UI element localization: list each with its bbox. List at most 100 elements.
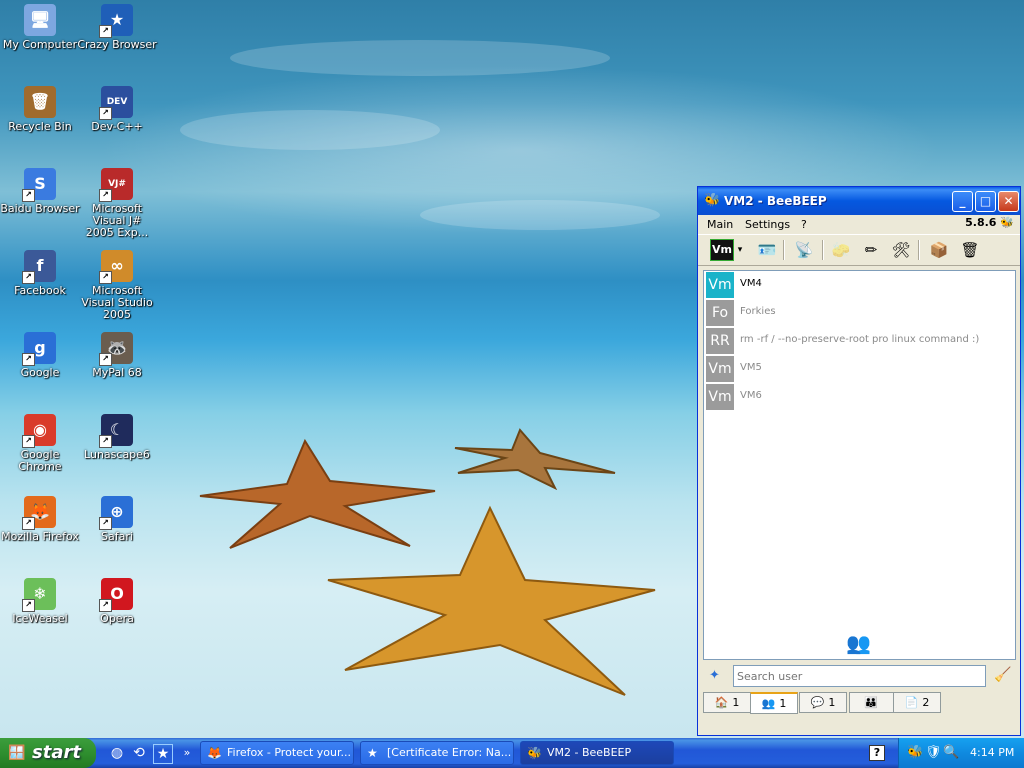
shortcut-arrow-icon: ↗ <box>22 353 35 366</box>
clear-search-icon[interactable]: 🧹 <box>994 667 1011 683</box>
status-badge[interactable]: Vm <box>710 239 734 261</box>
close-button[interactable]: ✕ <box>998 191 1019 212</box>
toolbar-separator <box>822 240 824 260</box>
tab-users[interactable]: 👥 1 <box>750 692 798 714</box>
desktop-icon[interactable]: VJ# ↗ Microsoft Visual J# 2005 Exp... <box>77 166 157 239</box>
user-avatar: RR <box>706 328 734 354</box>
window-title: VM2 - BeeBEEP <box>724 194 827 208</box>
desktop-icon[interactable]: ∞ ↗ Microsoft Visual Studio 2005 <box>77 248 157 321</box>
safari-icon: ⊕ ↗ <box>99 496 133 530</box>
start-button[interactable]: 🪟 start <box>0 738 96 768</box>
google-icon: g ↗ <box>22 332 56 366</box>
my-computer-icon: 🖥 <box>24 4 56 36</box>
desktop-icon[interactable]: ❄ ↗ IceWeasel <box>0 576 80 625</box>
share-icon[interactable]: 📦 <box>927 238 951 262</box>
desktop-icon-label: IceWeasel <box>12 612 68 625</box>
menu-main[interactable]: Main <box>707 218 733 231</box>
taskbar-button[interactable]: ★ [Certificate Error: Na... <box>360 741 514 765</box>
toolbar-separator <box>918 240 920 260</box>
water-ripple <box>230 40 610 76</box>
user-avatar: Vm <box>706 384 734 410</box>
search-icon: ✦ <box>709 668 720 683</box>
user-list-item[interactable]: RR rm -rf / --no-preserve-root pro linux … <box>704 327 1015 355</box>
user-name: rm -rf / --no-preserve-root pro linux co… <box>740 334 980 345</box>
desktop-icon[interactable]: ⊕ ↗ Safari <box>77 494 157 543</box>
search-user-input[interactable] <box>733 665 986 687</box>
desktop-icon[interactable]: S ↗ Baidu Browser <box>0 166 80 215</box>
search-tray-icon[interactable]: 🔍 <box>943 745 959 760</box>
network-icon[interactable]: 📡 <box>792 238 816 262</box>
minimize-button[interactable]: _ <box>952 191 973 212</box>
shortcut-arrow-icon: ↗ <box>99 353 112 366</box>
search-bar: ✦ 🧹 <box>703 663 1016 689</box>
beebeep-window: 🐝 VM2 - BeeBEEP _ □ ✕ Main Settings ? 5.… <box>697 186 1021 736</box>
water-ripple <box>420 200 660 230</box>
desktop-icon[interactable]: 🦝 ↗ MyPal 68 <box>77 330 157 379</box>
windows-flag-icon: 🪟 <box>8 745 26 761</box>
shortcut-arrow-icon: ↗ <box>99 107 112 120</box>
menu-help[interactable]: ? <box>801 218 807 231</box>
shield-tray-icon[interactable]: 🛡 <box>925 745 942 760</box>
desktop-icon[interactable]: 🖥 My Computer <box>0 2 80 51</box>
desktop-icon-label: Baidu Browser <box>0 202 80 215</box>
taskbar-button[interactable]: 🐝 VM2 - BeeBEEP <box>520 741 674 765</box>
tab-groups[interactable]: 👪 <box>849 692 897 713</box>
desktop-icon[interactable]: 🗑 Recycle Bin <box>0 84 80 133</box>
desktop-icon[interactable]: ★ ↗ Crazy Browser <box>77 2 157 51</box>
user-list-item[interactable]: Vm VM6 <box>704 383 1015 411</box>
desktop-icon-label: Lunascape6 <box>84 448 150 461</box>
system-tray: 🐝 🛡 🔍 4:14 PM <box>898 738 1024 768</box>
tools-icon[interactable]: 🛠 <box>889 238 913 262</box>
desktop-icon[interactable]: DEV ↗ Dev-C++ <box>77 84 157 133</box>
desktop-icon-label: Microsoft Visual J# 2005 Exp... <box>85 202 149 239</box>
user-list-item[interactable]: Fo Forkies <box>704 299 1015 327</box>
pencil-icon[interactable]: ✏ <box>859 238 883 262</box>
desktop-icon[interactable]: f ↗ Facebook <box>0 248 80 297</box>
shortcut-arrow-icon: ↗ <box>22 517 35 530</box>
group-users-icon: 👥 <box>846 631 871 655</box>
facebook-icon: f ↗ <box>22 250 56 284</box>
shortcut-arrow-icon: ↗ <box>22 599 35 612</box>
desktop-icon[interactable]: g ↗ Google <box>0 330 80 379</box>
quicklaunch-expand-icon[interactable]: » <box>178 744 196 762</box>
shortcut-arrow-icon: ↗ <box>99 189 112 202</box>
menu-settings[interactable]: Settings <box>745 218 790 231</box>
quicklaunch-network-icon[interactable]: ◍ <box>108 744 126 762</box>
toolbar-separator <box>783 240 785 260</box>
tab-chat[interactable]: 💬 1 <box>799 692 847 713</box>
user-avatar: Vm <box>706 272 734 298</box>
help-icon[interactable]: ? <box>869 745 885 761</box>
desktop-icon[interactable]: O ↗ Opera <box>77 576 157 625</box>
desktop-icon[interactable]: ◉ ↗ Google Chrome <box>0 412 80 473</box>
user-avatar: Fo <box>706 300 734 326</box>
user-list-item[interactable]: Vm VM5 <box>704 355 1015 383</box>
maximize-button[interactable]: □ <box>975 191 996 212</box>
tab-file[interactable]: 📄 2 <box>893 692 941 713</box>
crazy-browser-task-icon: ★ <box>367 746 378 760</box>
desktop-icon-label: My Computer <box>2 38 78 51</box>
trash-icon[interactable]: 🗑 <box>958 238 982 262</box>
shortcut-arrow-icon: ↗ <box>22 435 35 448</box>
desktop-icon[interactable]: 🦊 ↗ Mozilla Firefox <box>0 494 80 543</box>
quicklaunch-crazy-browser-icon[interactable]: ★ <box>153 744 173 764</box>
desktop-icon[interactable]: ☾ ↗ Lunascape6 <box>77 412 157 461</box>
user-list: Vm VM4 Fo Forkies RR rm -rf / --no-preserve-r… <box>703 270 1016 660</box>
user-list-item[interactable]: Vm VM4 <box>704 271 1015 299</box>
bottom-tabs: 🏠 1 👥 1 💬 1 👪 📄 2 <box>703 692 1018 714</box>
opera-icon: O ↗ <box>99 578 133 612</box>
quicklaunch-baidu-icon[interactable]: ⟲ <box>130 744 148 762</box>
tab-home[interactable]: 🏠 1 <box>703 692 751 713</box>
clock: 4:14 PM <box>970 746 1015 759</box>
starfish-image <box>454 428 616 490</box>
desktop-icon-label: Opera <box>100 612 134 625</box>
title-bar[interactable]: 🐝 VM2 - BeeBEEP _ □ ✕ <box>698 187 1020 215</box>
shortcut-arrow-icon: ↗ <box>99 517 112 530</box>
chrome-icon: ◉ ↗ <box>22 414 56 448</box>
bee-icon: 🐝 <box>704 193 721 208</box>
eraser-icon[interactable]: 🧽 <box>829 238 853 262</box>
profile-icon[interactable]: 🪪 <box>755 238 779 262</box>
status-dropdown-icon[interactable]: ▾ <box>734 238 746 262</box>
water-ripple <box>180 110 440 150</box>
taskbar-button[interactable]: 🦊 Firefox - Protect your... <box>200 741 354 765</box>
beebeep-tray-icon[interactable]: 🐝 <box>907 745 923 760</box>
